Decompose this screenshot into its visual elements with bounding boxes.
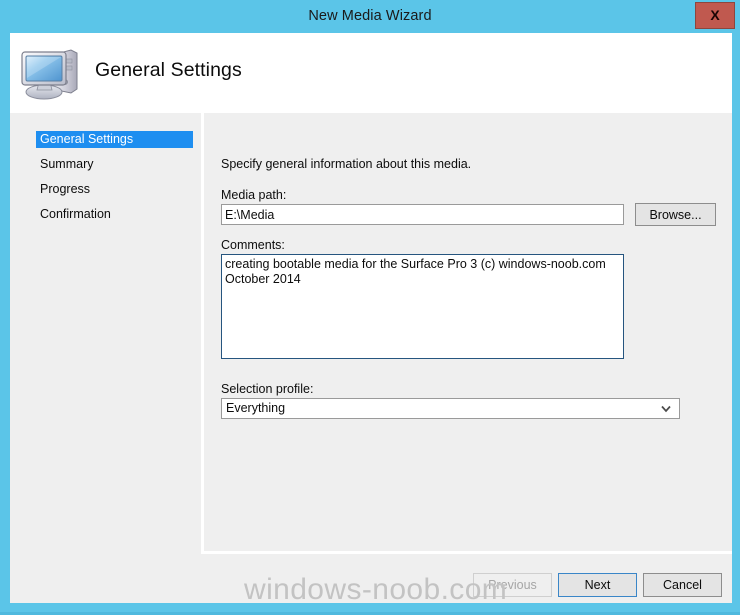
cancel-button[interactable]: Cancel [643, 573, 722, 597]
page-title: General Settings [95, 59, 242, 81]
comments-label: Comments: [221, 238, 285, 252]
wizard-header: General Settings [10, 33, 732, 113]
chevron-down-icon [660, 399, 672, 418]
window-body: General Settings General Settings Summar… [10, 33, 732, 603]
selection-profile-value: Everything [226, 401, 286, 415]
new-media-wizard-window: New Media Wizard X General Settings Gene… [0, 0, 740, 615]
sidebar-item-confirmation[interactable]: Confirmation [36, 206, 193, 223]
comments-textarea[interactable] [221, 254, 624, 359]
close-icon: X [710, 7, 720, 23]
computer-icon [19, 44, 83, 102]
media-path-label: Media path: [221, 188, 287, 202]
title-bar: New Media Wizard X [0, 0, 740, 33]
wizard-sidebar: General Settings Summary Progress Confir… [10, 113, 201, 603]
intro-text: Specify general information about this m… [221, 157, 472, 171]
sidebar-item-progress[interactable]: Progress [36, 181, 193, 198]
next-button[interactable]: Next [558, 573, 637, 597]
wizard-footer: Previous Next Cancel [10, 554, 732, 603]
close-button[interactable]: X [695, 2, 735, 29]
selection-profile-dropdown[interactable]: Everything [221, 398, 680, 419]
wizard-content: Specify general information about this m… [204, 113, 732, 551]
sidebar-item-general-settings[interactable]: General Settings [36, 131, 193, 148]
media-path-input[interactable] [221, 204, 624, 225]
browse-button[interactable]: Browse... [635, 203, 716, 226]
previous-button[interactable]: Previous [473, 573, 552, 597]
selection-profile-label: Selection profile: [221, 382, 314, 396]
window-title: New Media Wizard [308, 8, 432, 24]
sidebar-item-summary[interactable]: Summary [36, 156, 193, 173]
